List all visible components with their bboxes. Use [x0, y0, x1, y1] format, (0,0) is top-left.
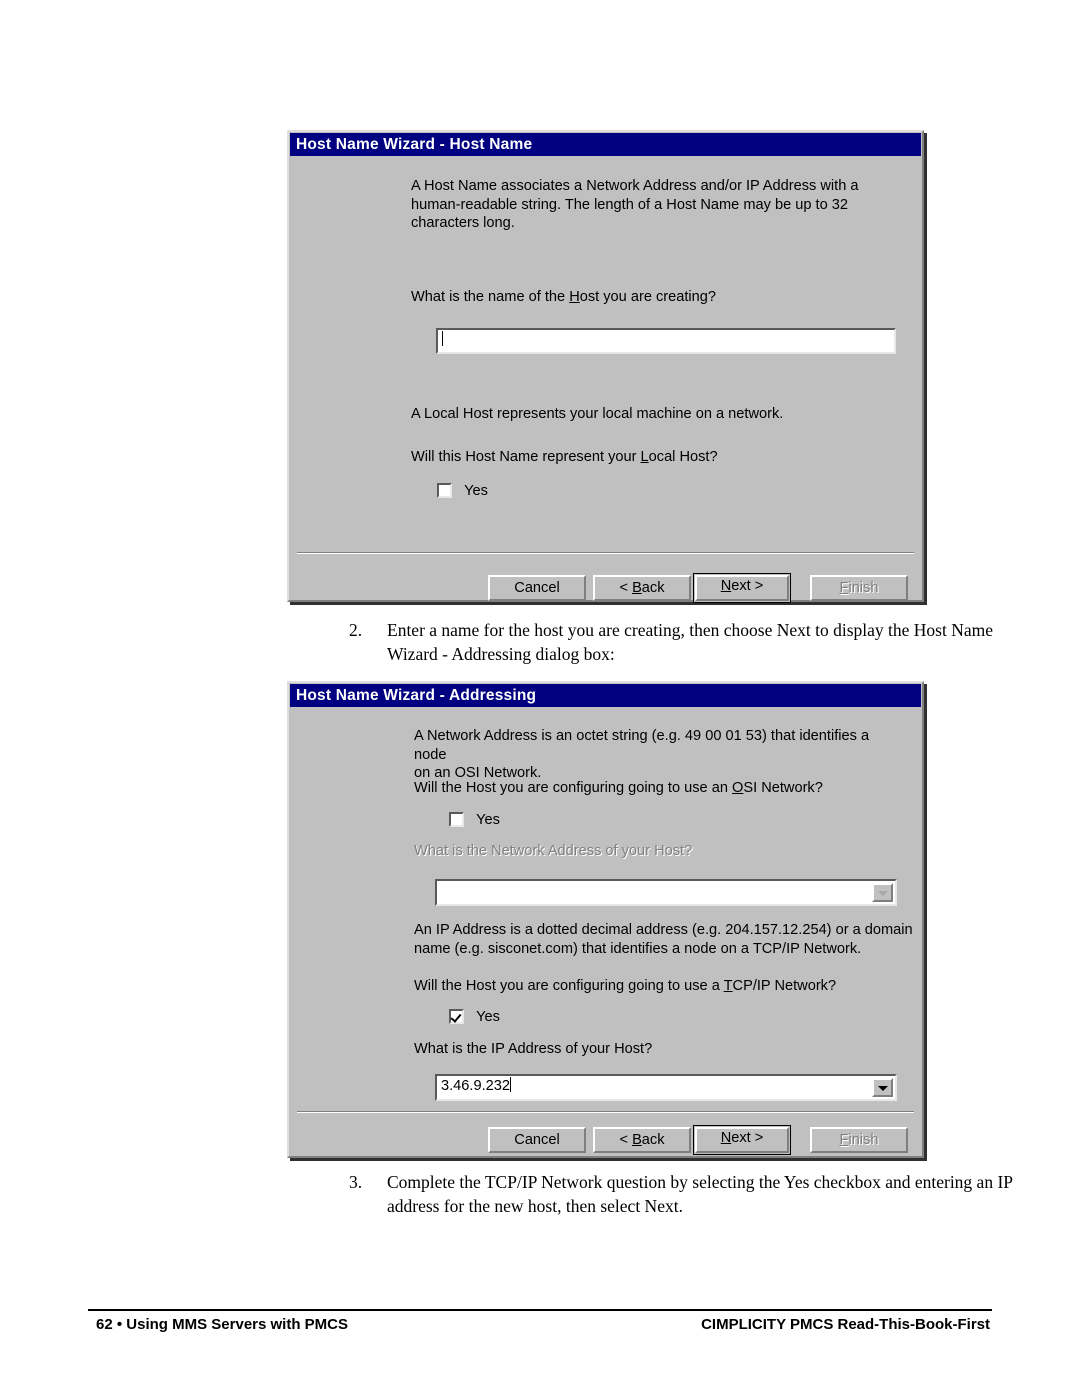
dialog-titlebar: Host Name Wizard - Host Name — [290, 133, 921, 156]
footer-left: 62 • Using MMS Servers with PMCS — [96, 1316, 348, 1333]
text-caret — [442, 331, 443, 346]
local-host-info-text: A Local Host represents your local machi… — [411, 406, 784, 422]
cancel-button[interactable]: Cancel — [488, 1127, 586, 1153]
host-name-wizard-dialog: Host Name Wizard - Host Name A Host Name… — [287, 130, 924, 603]
network-address-combo[interactable] — [435, 879, 897, 906]
ip-address-combo[interactable]: 3.46.9.232 — [435, 1074, 897, 1101]
step-3: 3. Complete the TCP/IP Network question … — [349, 1170, 1019, 1218]
ip-address-value: 3.46.9.232 — [441, 1078, 510, 1094]
addressing-wizard-dialog: Host Name Wizard - Addressing A Network … — [287, 681, 924, 1158]
chevron-down-icon[interactable] — [872, 1078, 893, 1097]
osi-yes-checkbox-row[interactable]: Yes — [449, 812, 500, 829]
host-name-input[interactable] — [436, 328, 896, 354]
finish-button[interactable]: Finish — [810, 575, 908, 601]
tcpip-yes-checkbox-row[interactable]: Yes — [449, 1009, 500, 1026]
text-caret — [509, 1077, 511, 1092]
ip-address-intro-text: An IP Address is a dotted decimal addres… — [414, 922, 913, 957]
step-3-text: Complete the TCP/IP Network question by … — [387, 1172, 1013, 1216]
footer-divider — [88, 1309, 992, 1311]
local-host-yes-checkbox-row[interactable]: Yes — [437, 483, 488, 500]
chevron-down-icon[interactable] — [872, 883, 893, 902]
local-host-yes-label: Yes — [464, 483, 488, 499]
button-row-separator — [297, 552, 914, 554]
dialog-body: A Network Address is an octet string (e.… — [289, 707, 922, 1156]
footer-right-text: CIMPLICITY PMCS Read-This-Book-First — [701, 1316, 990, 1333]
tcpip-yes-checkbox[interactable] — [449, 1009, 464, 1024]
finish-button[interactable]: Finish — [810, 1127, 908, 1153]
next-button-inner: Next > — [695, 1127, 789, 1153]
footer-page-number: 62 — [96, 1316, 113, 1333]
osi-yes-checkbox[interactable] — [449, 812, 464, 827]
step-2: 2. Enter a name for the host you are cre… — [349, 618, 1015, 666]
tcpip-yes-label: Yes — [476, 1009, 500, 1025]
tcpip-network-question-label: Will the Host you are configuring going … — [414, 978, 837, 994]
network-address-intro-text: A Network Address is an octet string (e.… — [414, 728, 870, 781]
dialog-body: A Host Name associates a Network Address… — [289, 156, 922, 603]
local-host-question-label: Will this Host Name represent your Local… — [411, 449, 718, 465]
footer-left-text: Using MMS Servers with PMCS — [126, 1316, 349, 1333]
dialog-titlebar: Host Name Wizard - Addressing — [290, 684, 921, 707]
back-button[interactable]: < Back — [593, 1127, 691, 1153]
osi-yes-label: Yes — [476, 812, 500, 828]
osi-network-question-label: Will the Host you are configuring going … — [414, 780, 823, 796]
button-row-separator — [297, 1111, 914, 1113]
ip-address-question-label: What is the IP Address of your Host? — [414, 1041, 653, 1057]
step-3-number: 3. — [349, 1172, 363, 1192]
next-button-inner: Next > — [695, 575, 789, 601]
next-button[interactable]: Next > — [693, 1125, 791, 1155]
cancel-button[interactable]: Cancel — [488, 575, 586, 601]
footer-bullet-icon: • — [116, 1316, 123, 1333]
host-name-intro-text: A Host Name associates a Network Address… — [411, 178, 859, 231]
next-button[interactable]: Next > — [693, 573, 791, 603]
step-2-text: Enter a name for the host you are creati… — [387, 620, 993, 664]
host-name-question-label: What is the name of the Host you are cre… — [411, 289, 717, 305]
local-host-yes-checkbox[interactable] — [437, 483, 452, 498]
back-button[interactable]: < Back — [593, 575, 691, 601]
network-address-question-label: What is the Network Address of your Host… — [414, 843, 693, 859]
step-2-number: 2. — [349, 620, 363, 640]
